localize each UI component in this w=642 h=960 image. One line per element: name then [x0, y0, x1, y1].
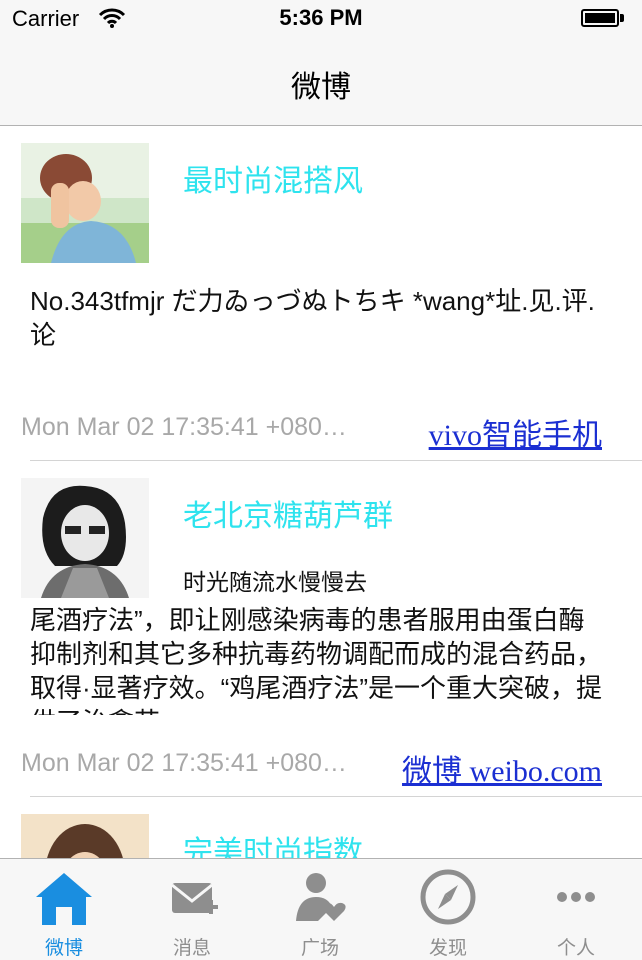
battery-icon	[581, 9, 619, 27]
status-time: 5:36 PM	[279, 5, 363, 30]
user-description: 时光随流水慢慢去	[183, 569, 367, 595]
tab-bar: 微博 消息 广场 发现 个人	[0, 858, 642, 960]
navigation-bar: 微博	[0, 36, 642, 126]
avatar[interactable]	[21, 814, 149, 858]
feed-cell[interactable]: 完美时尚指数	[0, 797, 642, 858]
more-icon	[557, 892, 595, 902]
post-source-link[interactable]: vivo智能手机	[429, 410, 602, 454]
post-timestamp: Mon Mar 02 17:35:41 +0800 2015	[21, 749, 351, 777]
feed-cell[interactable]: 最时尚混搭风 No.343tfmjr だ力ゐっづぬトちキ *wang*址.见.评…	[0, 126, 642, 461]
home-icon	[36, 873, 92, 925]
tab-label: 发现	[428, 938, 467, 959]
post-content: 尾酒疗法”，即让刚感染病毒的患者服用由蛋白酶抑制剂和其它多种抗毒药物调配而成的混…	[30, 605, 603, 715]
post-source-link[interactable]: 微博 weibo.com	[402, 746, 602, 790]
post-timestamp: Mon Mar 02 17:35:41 +0800 2015	[21, 413, 351, 441]
tab-square[interactable]: 广场	[256, 859, 384, 960]
battery-tip	[620, 14, 624, 22]
tab-label: 个人	[556, 938, 595, 959]
tab-label: 消息	[172, 938, 211, 959]
compass-icon	[420, 869, 476, 925]
tab-weibo[interactable]: 微博	[0, 859, 128, 960]
avatar[interactable]	[21, 478, 149, 598]
avatar[interactable]	[21, 143, 149, 263]
page-title: 微博	[291, 71, 351, 104]
post-content: No.343tfmjr だ力ゐっづぬトちキ *wang*址.见.评.论	[30, 286, 595, 350]
tab-messages[interactable]: 消息	[128, 859, 256, 960]
weibo-feed[interactable]: 最时尚混搭风 No.343tfmjr だ力ゐっづぬトちキ *wang*址.见.评…	[0, 126, 642, 858]
tab-label: 微博	[44, 938, 83, 959]
username[interactable]: 最时尚混搭风	[183, 156, 363, 200]
tab-profile[interactable]: 个人	[512, 859, 640, 960]
username[interactable]: 完美时尚指数	[183, 827, 363, 858]
message-icon	[171, 883, 218, 914]
feed-cell[interactable]: 老北京糖葫芦群 时光随流水慢慢去 尾酒疗法”，即让刚感染病毒的患者服用由蛋白酶抑…	[0, 461, 642, 797]
username[interactable]: 老北京糖葫芦群	[183, 491, 393, 535]
tab-discover[interactable]: 发现	[384, 859, 512, 960]
status-bar: Carrier 5:36 PM	[0, 0, 642, 36]
tab-label: 广场	[300, 938, 339, 959]
square-people-icon	[296, 873, 346, 921]
